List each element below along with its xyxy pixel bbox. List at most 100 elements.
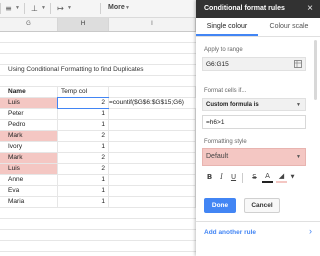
range-value: G6:G15 xyxy=(206,61,229,68)
sheet-grid[interactable]: Using Conditional Formatting to find Dup… xyxy=(0,32,196,256)
chevron-down-icon: ▼ xyxy=(296,102,301,108)
chevron-down-icon: ▼ xyxy=(296,154,301,160)
table-row: Eva 1 xyxy=(0,186,196,197)
table-row xyxy=(0,32,196,43)
table-row xyxy=(0,219,196,230)
name-cell[interactable]: Eva xyxy=(0,186,58,196)
table-row: Pedro 1 xyxy=(0,120,196,131)
formatting-style-label: Formatting style xyxy=(204,139,247,145)
cell[interactable] xyxy=(109,87,196,97)
cell[interactable] xyxy=(109,131,196,141)
format-if-label: Format cells if... xyxy=(204,88,247,94)
header-temp-cell[interactable]: Temp col xyxy=(58,87,109,97)
table-row: Anne 1 xyxy=(0,175,196,186)
name-cell[interactable]: Anne xyxy=(0,175,58,185)
table-row xyxy=(0,76,196,87)
name-cell[interactable]: Ivory xyxy=(0,142,58,152)
chevron-down-icon[interactable]: ▼ xyxy=(125,5,130,11)
formula-input[interactable]: =h6>1 xyxy=(202,115,306,129)
panel-title: Conditional format rules xyxy=(204,5,285,12)
cell[interactable] xyxy=(109,164,196,174)
count-cell[interactable]: 1 xyxy=(58,175,109,185)
name-cell[interactable]: Luis xyxy=(0,98,58,108)
cell[interactable] xyxy=(109,197,196,207)
table-row: Mark 2 xyxy=(0,153,196,164)
text-wrap-icon[interactable]: ↦ xyxy=(56,4,65,13)
count-cell[interactable]: 2 xyxy=(58,153,109,163)
conditional-format-panel: Conditional format rules × Single colour… xyxy=(196,0,320,256)
apply-range-label: Apply to range xyxy=(204,47,243,53)
count-cell[interactable]: 1 xyxy=(58,186,109,196)
table-row: Maria 1 xyxy=(0,197,196,208)
name-cell[interactable]: Mark xyxy=(0,153,58,163)
valign-icon[interactable]: ⊥ xyxy=(30,4,39,13)
done-button[interactable]: Done xyxy=(204,198,236,213)
bold-icon[interactable]: B xyxy=(204,172,215,183)
table-row: Ivory 1 xyxy=(0,142,196,153)
tab-single-colour[interactable]: Single colour xyxy=(196,18,258,36)
more-button[interactable]: More xyxy=(108,4,125,11)
toolbar-divider xyxy=(24,3,25,14)
name-cell[interactable]: Maria xyxy=(0,197,58,207)
table-row: Peter 1 xyxy=(0,109,196,120)
add-rule-link[interactable]: Add another rule xyxy=(204,229,256,236)
chevron-down-icon[interactable]: ▼ xyxy=(41,5,46,11)
column-header-row: G H I xyxy=(0,18,196,32)
name-cell[interactable]: Luis xyxy=(0,164,58,174)
name-cell[interactable]: Pedro xyxy=(0,120,58,130)
table-row xyxy=(0,230,196,241)
table-row xyxy=(0,54,196,65)
chevron-down-icon[interactable]: ▼ xyxy=(287,172,298,183)
underline-icon[interactable]: U xyxy=(228,172,239,183)
close-icon[interactable]: × xyxy=(307,3,313,14)
column-header-g[interactable]: G xyxy=(0,18,58,31)
cell[interactable] xyxy=(109,120,196,130)
toolbar-divider xyxy=(50,3,51,14)
sheet-title[interactable]: Using Conditional Formatting to find Dup… xyxy=(8,65,143,75)
cell[interactable] xyxy=(109,186,196,196)
panel-header: Conditional format rules × xyxy=(196,0,320,18)
toolbar-divider xyxy=(100,3,101,14)
panel-divider xyxy=(196,221,320,222)
fill-color-icon[interactable]: ◢ xyxy=(276,172,287,183)
italic-icon[interactable]: I xyxy=(216,172,227,183)
condition-value: Custom formula is xyxy=(206,102,259,108)
range-input[interactable]: G6:G15 xyxy=(202,57,306,71)
tab-bar: Single colour Colour scale xyxy=(196,18,320,37)
text-color-icon[interactable]: A xyxy=(262,172,273,183)
count-cell[interactable]: 1 xyxy=(58,109,109,119)
name-cell[interactable]: Peter xyxy=(0,109,58,119)
chevron-down-icon[interactable]: ▼ xyxy=(67,5,72,11)
column-header-h[interactable]: H xyxy=(58,18,109,31)
formula-cell[interactable]: =countif($G$6:$G$15;G6) xyxy=(109,98,184,108)
tab-colour-scale[interactable]: Colour scale xyxy=(258,18,320,36)
cell[interactable] xyxy=(109,142,196,152)
chevron-right-icon[interactable]: › xyxy=(309,226,312,236)
align-left-icon[interactable]: ≡ xyxy=(4,4,13,13)
count-cell[interactable]: 2 xyxy=(58,164,109,174)
count-cell[interactable]: 1 xyxy=(58,120,109,130)
count-cell[interactable]: 2 xyxy=(58,131,109,141)
formula-input-value: =h6>1 xyxy=(206,119,225,126)
cell[interactable] xyxy=(109,175,196,185)
toolbar-divider xyxy=(0,3,1,14)
header-name-cell[interactable]: Name xyxy=(0,87,58,97)
table-row: Using Conditional Formatting to find Dup… xyxy=(0,65,196,76)
count-cell[interactable]: 1 xyxy=(58,142,109,152)
cancel-button[interactable]: Cancel xyxy=(244,198,280,213)
count-cell[interactable]: 1 xyxy=(58,197,109,207)
cell[interactable] xyxy=(109,109,196,119)
chevron-down-icon[interactable]: ▼ xyxy=(15,5,20,11)
cell[interactable] xyxy=(109,153,196,163)
grid-select-icon[interactable] xyxy=(294,60,302,68)
style-select[interactable]: Default ▼ xyxy=(202,148,306,166)
table-row: Mark 2 xyxy=(0,131,196,142)
column-header-i[interactable]: I xyxy=(109,18,196,31)
condition-select[interactable]: Custom formula is ▼ xyxy=(202,98,306,111)
count-cell[interactable]: 2 xyxy=(58,98,109,108)
name-cell[interactable]: Mark xyxy=(0,131,58,141)
table-row xyxy=(0,208,196,219)
strikethrough-icon[interactable]: S xyxy=(249,172,260,183)
style-value: Default xyxy=(206,153,229,160)
panel-scrollbar[interactable] xyxy=(314,40,317,100)
